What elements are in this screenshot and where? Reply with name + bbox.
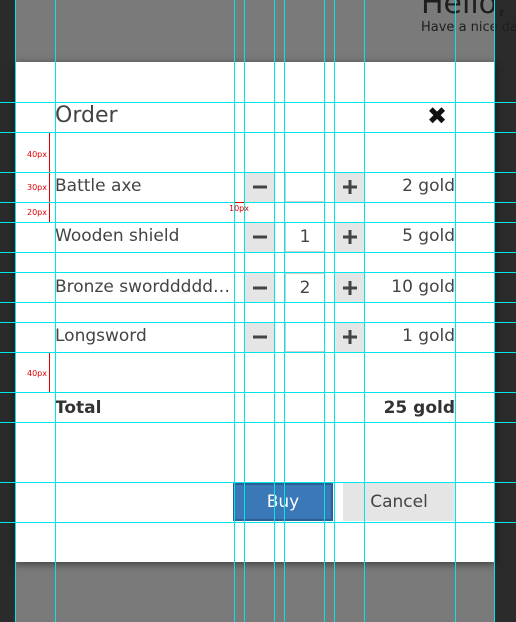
quantity-input[interactable]: 1 bbox=[285, 222, 325, 252]
increase-quantity-button[interactable] bbox=[335, 322, 365, 352]
quantity-input[interactable]: 2 bbox=[285, 273, 325, 303]
minus-icon bbox=[253, 335, 267, 339]
total-row: Total 25 gold bbox=[55, 396, 455, 426]
plus-icon bbox=[343, 330, 357, 344]
minus-icon bbox=[253, 185, 267, 189]
quantity-input[interactable] bbox=[285, 172, 325, 202]
item-price: 2 gold bbox=[402, 176, 455, 196]
decrease-quantity-button[interactable] bbox=[245, 273, 275, 303]
item-name: Longsword bbox=[55, 326, 147, 346]
item-price: 1 gold bbox=[402, 326, 455, 346]
greeting-heading: Hello, bbox=[421, 0, 507, 21]
order-item-row: Longsword 1 gold bbox=[55, 322, 455, 352]
order-item-row: Wooden shield 1 5 gold bbox=[55, 222, 455, 252]
item-name: Wooden shield bbox=[55, 226, 180, 246]
increase-quantity-button[interactable] bbox=[335, 273, 365, 303]
greeting-subtext: Have a nice day bbox=[421, 20, 516, 35]
quantity-input[interactable] bbox=[285, 322, 325, 352]
increase-quantity-button[interactable] bbox=[335, 222, 365, 252]
item-name: Battle axe bbox=[55, 176, 142, 196]
order-item-row: Battle axe 2 gold bbox=[55, 172, 455, 202]
cancel-button[interactable]: Cancel bbox=[343, 483, 455, 521]
total-value: 25 gold bbox=[383, 398, 455, 418]
plus-icon bbox=[343, 180, 357, 194]
dialog-title: Order bbox=[55, 103, 118, 128]
decrease-quantity-button[interactable] bbox=[245, 322, 275, 352]
item-price: 5 gold bbox=[402, 226, 455, 246]
plus-icon bbox=[343, 281, 357, 295]
increase-quantity-button[interactable] bbox=[335, 172, 365, 202]
order-item-row: Bronze sworddddddddd 2 10 gold bbox=[55, 273, 455, 303]
minus-icon bbox=[253, 286, 267, 290]
decrease-quantity-button[interactable] bbox=[245, 172, 275, 202]
buy-button[interactable]: Buy bbox=[233, 483, 333, 521]
item-price: 10 gold bbox=[391, 277, 455, 297]
decrease-quantity-button[interactable] bbox=[245, 222, 275, 252]
minus-icon bbox=[253, 235, 267, 239]
item-name: Bronze sworddddddddd bbox=[55, 277, 235, 297]
total-label: Total bbox=[55, 398, 102, 418]
close-icon[interactable]: ✖ bbox=[427, 104, 447, 128]
plus-icon bbox=[343, 230, 357, 244]
order-dialog: Order ✖ Battle axe 2 gold Wooden shield … bbox=[15, 62, 495, 562]
